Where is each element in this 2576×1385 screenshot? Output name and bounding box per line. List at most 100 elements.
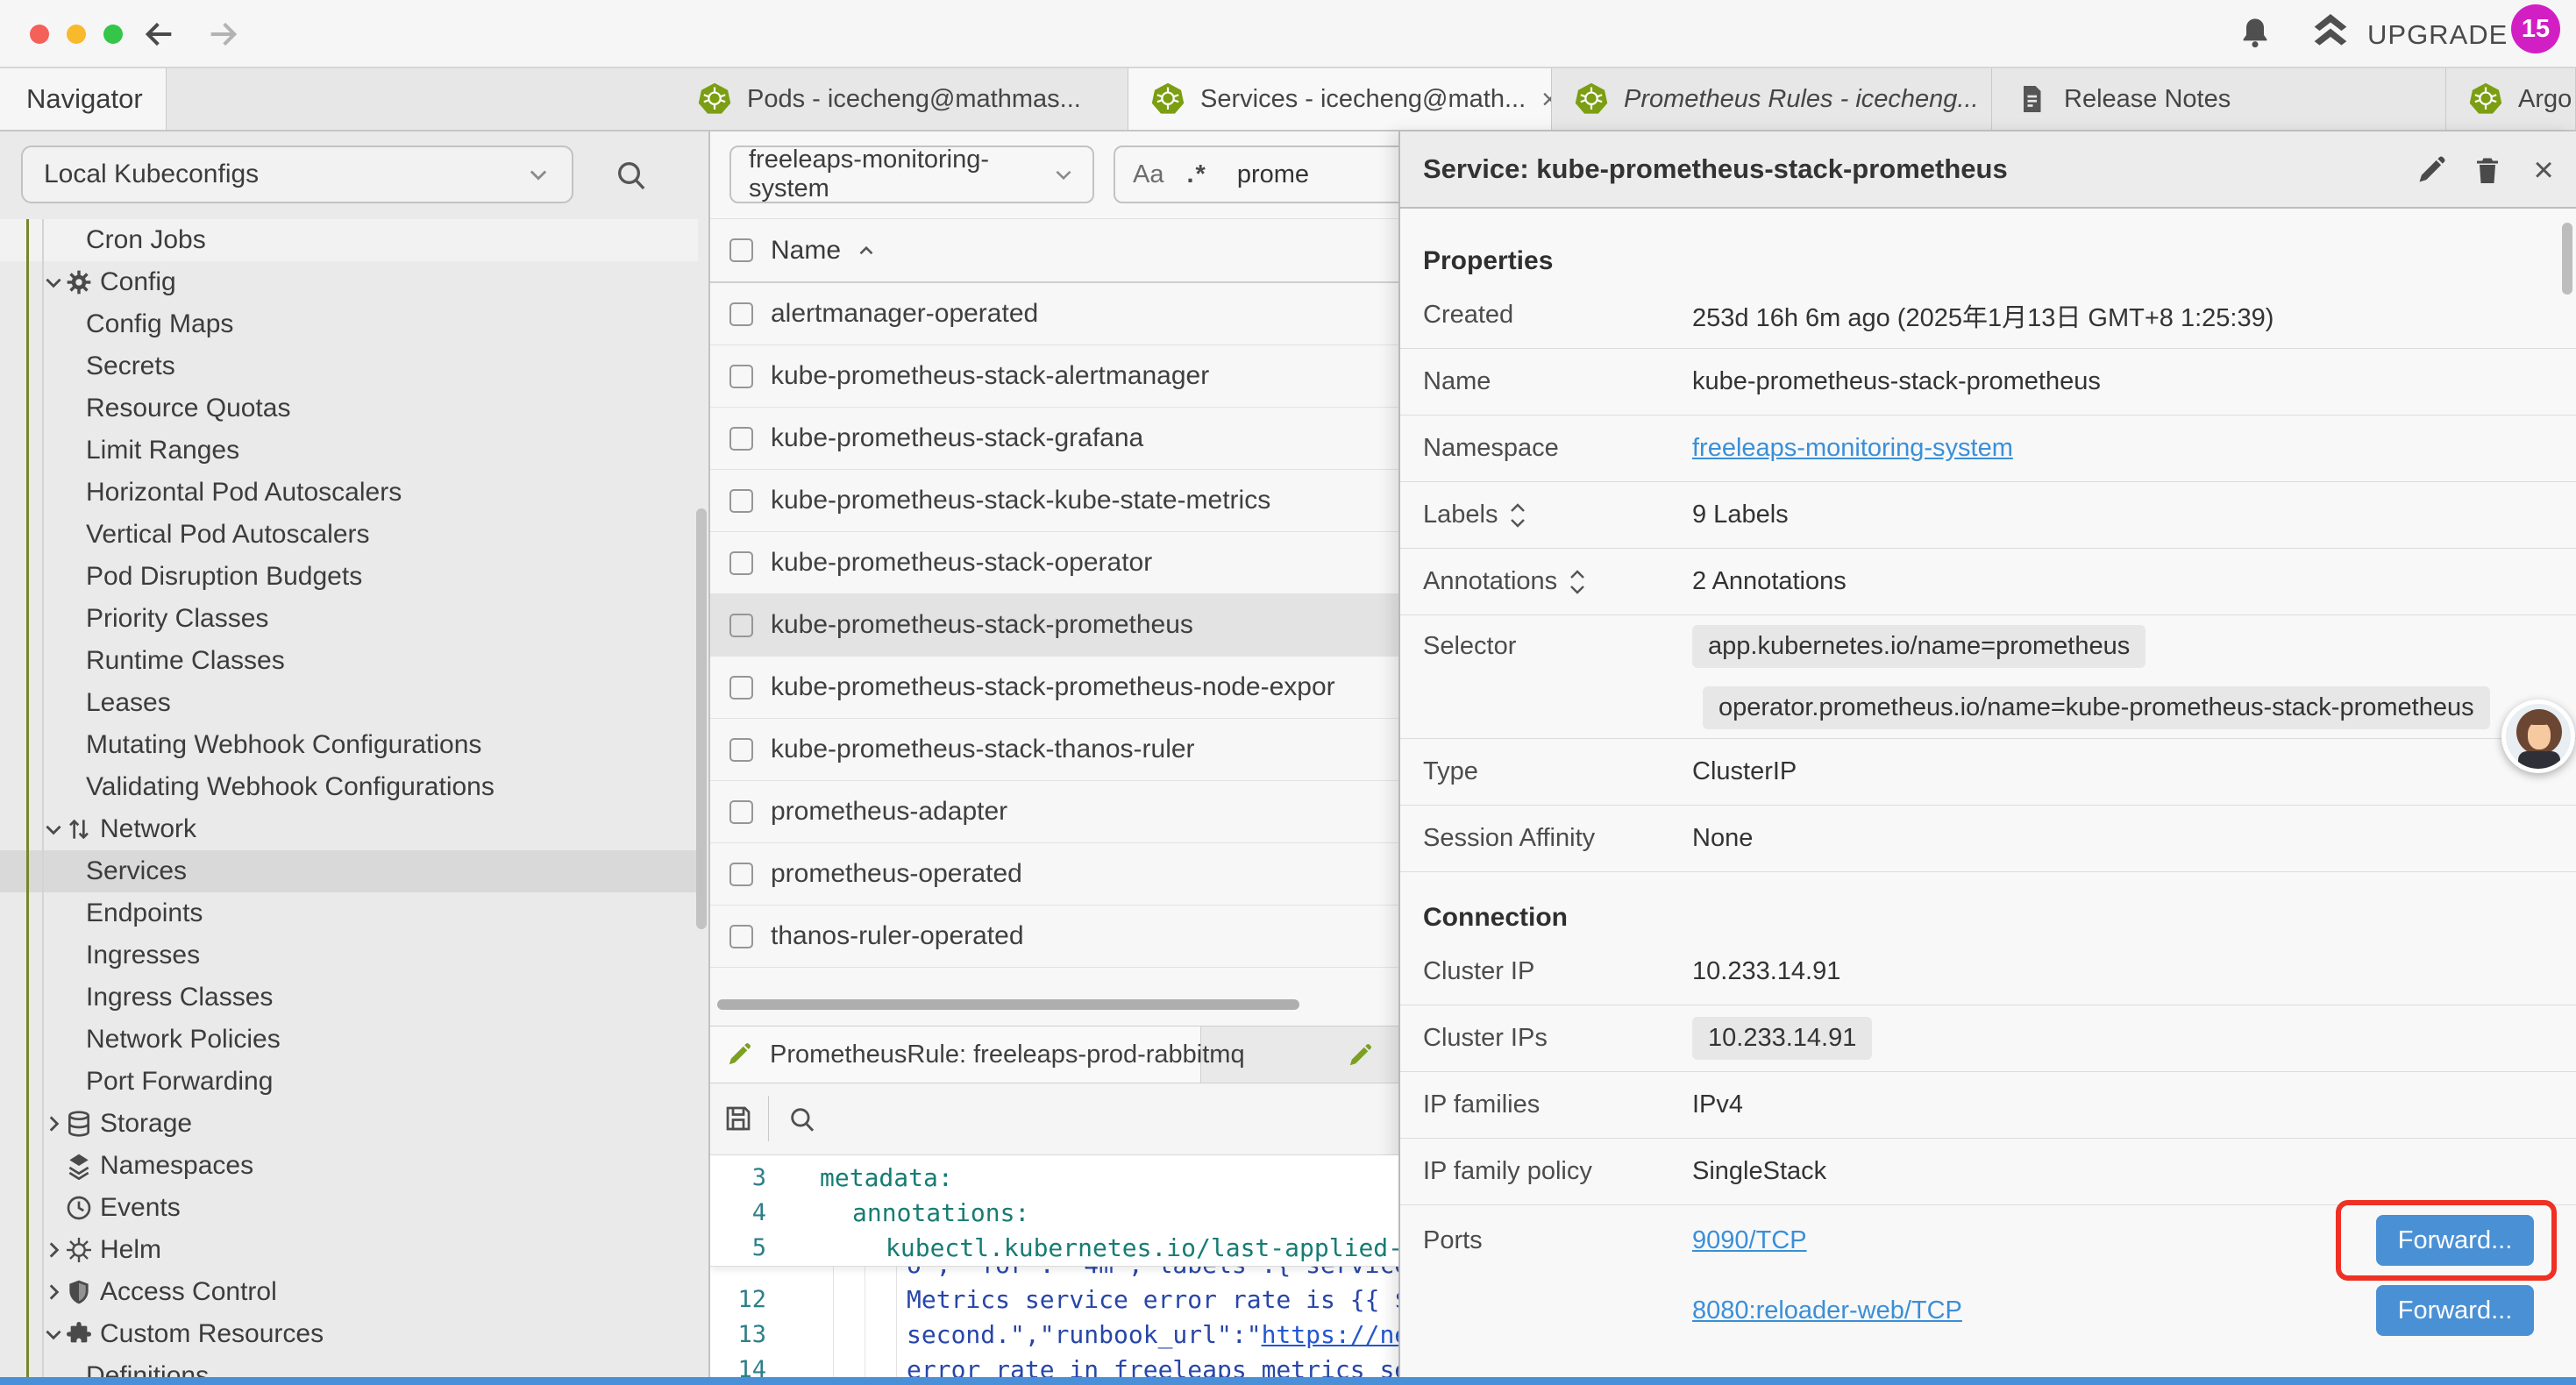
table-row[interactable]: prometheus-adapter (710, 781, 1398, 843)
row-checkbox[interactable] (729, 365, 753, 388)
edit-pencil-icon[interactable] (1347, 1042, 1373, 1069)
sidebar-item-services[interactable]: Services (0, 850, 698, 892)
row-checkbox[interactable] (729, 427, 753, 451)
filter-input[interactable]: Aa .* prome (1114, 146, 1398, 203)
table-row[interactable]: kube-prometheus-stack-grafana (710, 408, 1398, 470)
minimize-window-button[interactable] (67, 25, 86, 44)
expand-collapse-icon[interactable] (1568, 567, 1587, 597)
table-row[interactable]: kube-prometheus-stack-thanos-ruler (710, 719, 1398, 781)
row-checkbox[interactable] (729, 489, 753, 513)
save-icon[interactable] (722, 1103, 754, 1134)
row-checkbox[interactable] (729, 614, 753, 637)
port-link[interactable]: 8080:reloader-web/TCP (1692, 1296, 1962, 1325)
tab-pods-icecheng-mathmas[interactable]: Pods - icecheng@mathmas... (675, 68, 1128, 130)
sidebar-item-storage[interactable]: Storage (0, 1103, 698, 1145)
table-row[interactable]: thanos-ruler-operated (710, 906, 1398, 968)
sidebar-item-helm[interactable]: Helm (0, 1229, 698, 1271)
port-link[interactable]: 9090/TCP (1692, 1226, 1807, 1255)
regex-toggle[interactable]: .* (1186, 160, 1206, 189)
editor-search-icon[interactable] (787, 1104, 817, 1134)
sidebar-item-cron-jobs[interactable]: Cron Jobs (0, 219, 698, 261)
detail-scrollbar[interactable] (2562, 223, 2572, 295)
yaml-editor[interactable]: 3metadata:4annotations:5kubectl.kubernet… (710, 1155, 1398, 1385)
row-checkbox[interactable] (729, 551, 753, 575)
table-row[interactable]: kube-prometheus-stack-operator (710, 532, 1398, 594)
sidebar-item-runtime-classes[interactable]: Runtime Classes (0, 640, 698, 682)
row-checkbox[interactable] (729, 925, 753, 948)
sidebar-item-ingress-classes[interactable]: Ingress Classes (0, 977, 698, 1019)
sidebar-item-horizontal-pod-autoscalers[interactable]: Horizontal Pod Autoscalers (0, 472, 698, 514)
select-all-checkbox[interactable] (729, 238, 753, 262)
table-row[interactable]: prometheus-operated (710, 843, 1398, 906)
table-row[interactable]: alertmanager-operated (710, 283, 1398, 345)
tab-argo-se[interactable]: Argo Se (2446, 68, 2576, 130)
forward-arrow-icon[interactable] (205, 17, 240, 52)
editor-tab-active[interactable]: PrometheusRule: freeleaps-prod-rabbitmq (710, 1026, 1201, 1083)
name-column-header[interactable]: Name (771, 236, 841, 266)
sidebar-item-events[interactable]: Events (0, 1187, 698, 1229)
row-checkbox[interactable] (729, 302, 753, 326)
notifications-bell-icon[interactable] (2238, 14, 2273, 53)
table-row[interactable]: kube-prometheus-stack-kube-state-metrics (710, 470, 1398, 532)
sidebar-item-config-maps[interactable]: Config Maps (0, 303, 698, 345)
row-checkbox[interactable] (729, 800, 753, 824)
horizontal-scrollbar[interactable] (710, 998, 1398, 1012)
close-panel-icon[interactable]: × (2528, 154, 2559, 186)
sidebar-item-custom-resources[interactable]: Custom Resources (0, 1313, 698, 1355)
close-window-button[interactable] (30, 25, 49, 44)
sidebar-item-config[interactable]: Config (0, 261, 698, 303)
forward-button[interactable]: Forward... (2376, 1285, 2534, 1336)
sidebar-item-secrets[interactable]: Secrets (0, 345, 698, 387)
code-link[interactable]: https://net (1262, 1320, 1398, 1349)
sidebar-item-network-policies[interactable]: Network Policies (0, 1019, 698, 1061)
match-case-toggle[interactable]: Aa (1133, 160, 1163, 189)
maximize-window-button[interactable] (103, 25, 123, 44)
table-row[interactable]: kube-prometheus-stack-prometheus (710, 594, 1398, 657)
sidebar-item-access-control[interactable]: Access Control (0, 1271, 698, 1313)
upgrade-label[interactable]: UPGRADE (2367, 19, 2508, 51)
row-checkbox[interactable] (729, 676, 753, 700)
sidebar-item-leases[interactable]: Leases (0, 682, 698, 724)
row-checkbox[interactable] (729, 863, 753, 886)
horizontal-scrollbar-thumb[interactable] (717, 999, 1299, 1010)
sidebar-item-port-forwarding[interactable]: Port Forwarding (0, 1061, 698, 1103)
sidebar-scrollbar[interactable] (696, 508, 707, 929)
expand-collapse-icon[interactable] (1508, 501, 1527, 530)
sidebar-item-limit-ranges[interactable]: Limit Ranges (0, 430, 698, 472)
table-row[interactable]: kube-prometheus-stack-prometheus-node-ex… (710, 657, 1398, 719)
sidebar-item-validating-webhook-configurations[interactable]: Validating Webhook Configurations (0, 766, 698, 808)
namespace-link[interactable]: freeleaps-monitoring-system (1692, 434, 2013, 463)
sidebar-search-icon[interactable] (614, 158, 649, 193)
sidebar-item-endpoints[interactable]: Endpoints (0, 892, 698, 934)
kubeconfig-selector[interactable]: Local Kubeconfigs (21, 146, 573, 203)
sidebar-item-priority-classes[interactable]: Priority Classes (0, 598, 698, 640)
chevron-right-icon[interactable] (42, 1239, 65, 1261)
back-arrow-icon[interactable] (142, 17, 177, 52)
sidebar-item-network[interactable]: Network (0, 808, 698, 850)
tab-release-notes[interactable]: Release Notes (1992, 68, 2446, 130)
delete-trash-icon[interactable] (2472, 154, 2503, 186)
sort-ascending-icon[interactable] (855, 239, 878, 262)
close-tab-icon[interactable]: × (1526, 83, 1552, 116)
chevron-right-icon[interactable] (42, 1281, 65, 1303)
table-header[interactable]: Name (710, 219, 1398, 283)
edit-pencil-icon[interactable] (2416, 154, 2447, 186)
chevron-down-icon[interactable] (42, 1323, 65, 1346)
sidebar-item-pod-disruption-budgets[interactable]: Pod Disruption Budgets (0, 556, 698, 598)
navigator-panel-tab[interactable]: Navigator (0, 68, 167, 130)
sidebar-item-vertical-pod-autoscalers[interactable]: Vertical Pod Autoscalers (0, 514, 698, 556)
user-avatar[interactable] (2501, 700, 2575, 773)
sidebar-item-mutating-webhook-configurations[interactable]: Mutating Webhook Configurations (0, 724, 698, 766)
row-checkbox[interactable] (729, 738, 753, 762)
forward-button[interactable]: Forward... (2376, 1215, 2534, 1266)
chevron-down-icon[interactable] (42, 818, 65, 841)
tab-services-icecheng-math[interactable]: Services - icecheng@math...× (1128, 68, 1552, 130)
sidebar-item-resource-quotas[interactable]: Resource Quotas (0, 387, 698, 430)
notification-count-badge[interactable]: 15 (2511, 4, 2560, 53)
chevron-down-icon[interactable] (42, 271, 65, 294)
upgrade-chevrons-icon[interactable] (2311, 12, 2350, 54)
sidebar-item-ingresses[interactable]: Ingresses (0, 934, 698, 977)
sidebar-item-namespaces[interactable]: Namespaces (0, 1145, 698, 1187)
tab-prometheus-rules-icecheng[interactable]: Prometheus Rules - icecheng... (1552, 68, 1992, 130)
namespace-selector[interactable]: freeleaps-monitoring-system (729, 146, 1094, 203)
